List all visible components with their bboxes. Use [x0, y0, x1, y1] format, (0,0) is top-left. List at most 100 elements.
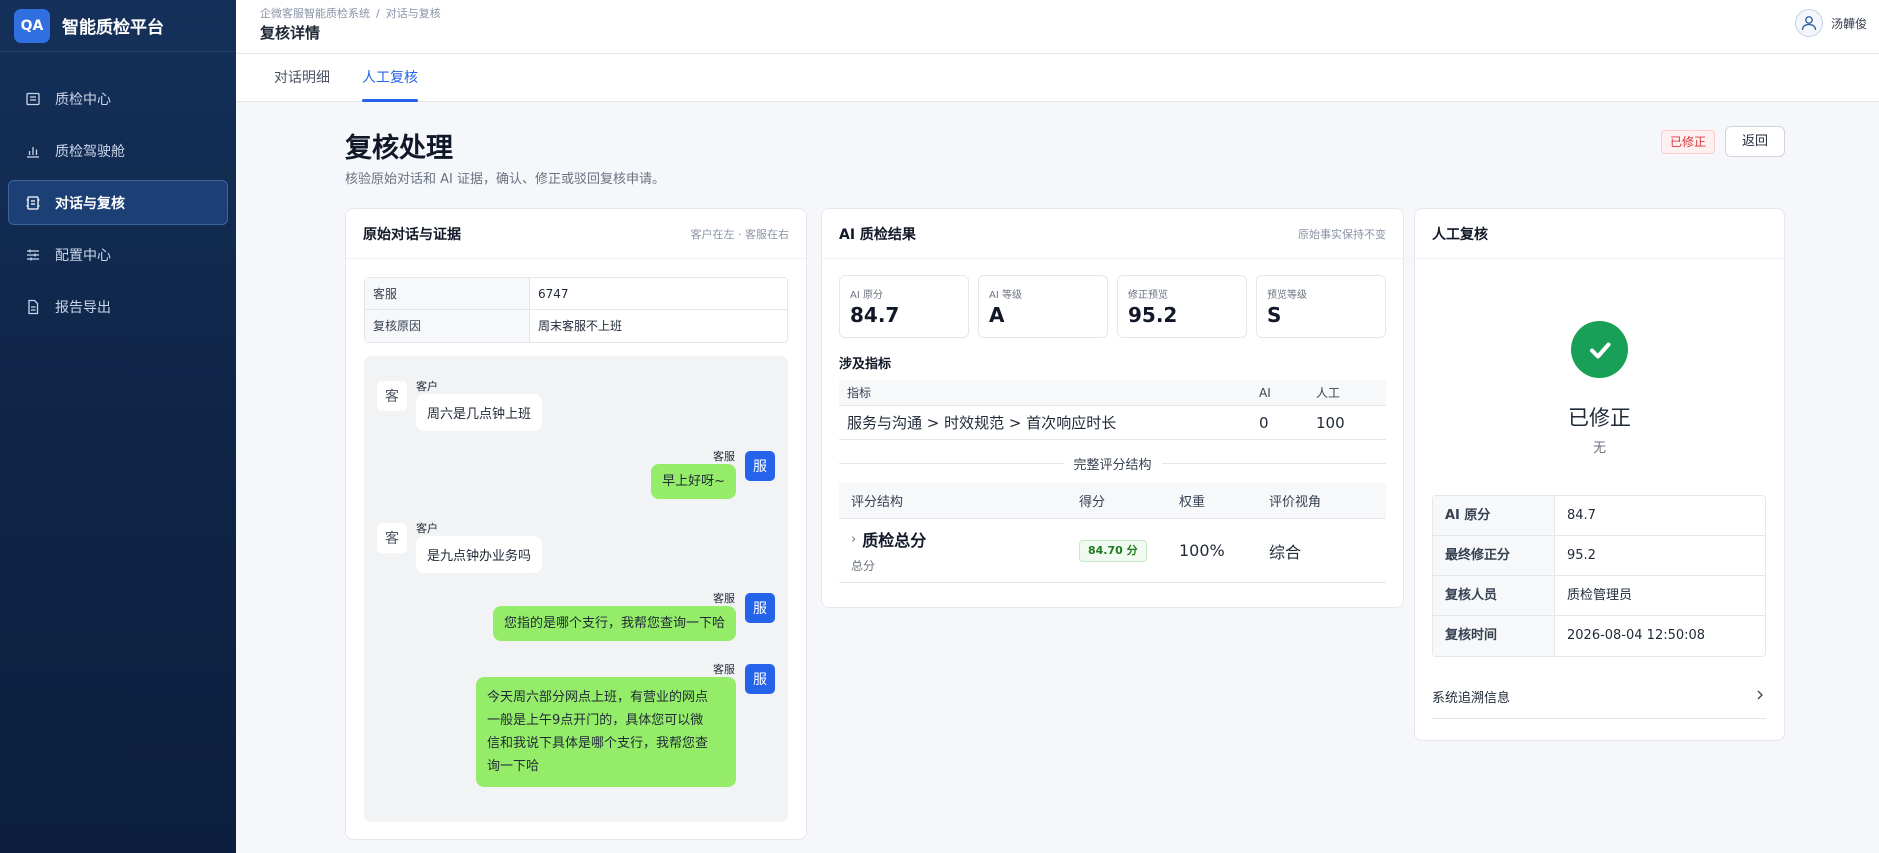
back-button[interactable]: 返回	[1725, 126, 1785, 157]
status-badge: 已修正	[1661, 130, 1716, 154]
stat-preview-grade: 预览等级 S	[1256, 275, 1386, 338]
info-value: 6747	[538, 287, 569, 301]
customer-avatar: 客	[377, 523, 407, 553]
chat-review-icon	[25, 195, 41, 211]
card-header: 原始对话与证据 客户在左 · 客服在右	[346, 209, 806, 259]
card-header: 人工复核	[1415, 209, 1784, 259]
sidebar: QA 智能质检平台 质检中心 质检驾驶舱 对话与复核 配置中心 报告导出	[0, 0, 236, 853]
weight-cell: 100%	[1179, 541, 1225, 560]
table-row[interactable]: › 质检总分 总分 84.70 分 100% 综合	[839, 519, 1386, 583]
review-info-table: AI 原分 84.7 最终修正分 95.2 复核人员 质检管理员 复核时间 20…	[1432, 495, 1766, 657]
sidebar-item-report[interactable]: 报告导出	[8, 284, 228, 329]
sidebar-item-qa-center[interactable]: 质检中心	[8, 76, 228, 121]
manual-review-card: 人工复核 已修正 无 AI 原分 84.7 最终修正分 95.2 复核人员 质检…	[1414, 208, 1785, 741]
indicator-name: 服务与沟通 > 时效规范 > 首次响应时长	[847, 414, 1117, 432]
score-pill: 84.70 分	[1079, 539, 1147, 562]
chevron-right-icon	[1754, 689, 1766, 705]
stat-label: 修正预览	[1128, 290, 1168, 301]
agent-message: 您指的是哪个支行，我帮您查询一下哈	[492, 606, 736, 641]
score-subtitle: 总分	[851, 559, 876, 573]
card-title: 人工复核	[1432, 226, 1488, 243]
agent-avatar: 服	[745, 664, 775, 694]
score-name-text: 质检总分	[862, 531, 927, 550]
info-key: 最终修正分	[1433, 536, 1555, 575]
breadcrumb-item[interactable]: 企微客服智能质检系统	[260, 7, 370, 20]
table-row: 最终修正分 95.2	[1433, 536, 1765, 576]
score-stats: AI 原分 84.7 AI 等级 A 修正预览 95.2 预览等级 S	[839, 275, 1386, 338]
review-status: 已修正	[1568, 406, 1631, 430]
document-icon	[25, 299, 41, 315]
column-header: 指标	[847, 386, 872, 400]
breadcrumb-item: 对话与复核	[385, 7, 441, 20]
user-menu[interactable]: 汤韡俊	[1794, 9, 1867, 37]
page-title: 复核详情	[260, 24, 321, 42]
topbar: 企微客服智能质检系统 / 对话与复核 复核详情 汤韡俊	[236, 0, 1879, 54]
agent-avatar: 服	[745, 451, 775, 481]
sender-name: 客服	[713, 592, 735, 605]
agent-avatar: 服	[745, 593, 775, 623]
sender-name: 客服	[713, 450, 735, 463]
divider-label: 完整评分结构	[1073, 458, 1152, 473]
stat-value: A	[989, 303, 1005, 327]
brand: QA 智能质检平台	[0, 0, 236, 52]
sidebar-item-config[interactable]: 配置中心	[8, 232, 228, 277]
table-row: AI 原分 84.7	[1433, 496, 1765, 536]
info-value: 84.7	[1567, 508, 1596, 523]
stat-value: 84.7	[850, 303, 900, 327]
brand-logo: QA	[14, 8, 50, 43]
dialog-info-table: 客服 6747 复核原因 周末客服不上班	[364, 277, 788, 343]
trace-info-label: 系统追溯信息	[1432, 691, 1511, 706]
breadcrumb: 企微客服智能质检系统 / 对话与复核	[260, 5, 441, 21]
sender-name: 客户	[416, 380, 438, 393]
sidebar-item-label: 质检驾驶舱	[55, 143, 125, 160]
table-row: 复核原因 周末客服不上班	[365, 310, 787, 342]
info-key: AI 原分	[1433, 496, 1555, 535]
user-icon	[1794, 9, 1823, 37]
user-name: 汤韡俊	[1830, 16, 1867, 31]
sidebar-nav: 质检中心 质检驾驶舱 对话与复核 配置中心 报告导出	[0, 76, 236, 329]
column-header: 评价视角	[1269, 495, 1322, 510]
stat-value: 95.2	[1128, 303, 1178, 327]
bar-chart-icon	[25, 143, 41, 159]
agent-message: 今天周六部分网点上班，有营业的网点 一般是上午9点开门的，具体您可以微 信和我说…	[476, 677, 736, 787]
message-line: 信和我说下具体是哪个支行，我帮您查	[487, 736, 709, 751]
column-header: 人工	[1316, 386, 1341, 400]
sidebar-item-dashboard[interactable]: 质检驾驶舱	[8, 128, 228, 173]
trace-info-row[interactable]: 系统追溯信息	[1432, 675, 1766, 719]
view-cell: 综合	[1269, 542, 1302, 562]
chat-transcript[interactable]: 客 客户 周六是几点钟上班 服 客服 早上好呀~ 客 客户 是九点钟办业务吗 服…	[364, 356, 788, 822]
info-value: 质检管理员	[1567, 588, 1633, 603]
indicator-title: 涉及指标	[839, 357, 892, 372]
stat-corrected-preview: 修正预览 95.2	[1117, 275, 1247, 338]
stat-label: 预览等级	[1267, 290, 1307, 301]
stat-label: AI 原分	[850, 290, 883, 301]
message-line: 询一下哈	[487, 759, 540, 774]
column-header: 评分结构	[851, 495, 904, 510]
info-key: 客服	[365, 278, 530, 309]
stat-value: S	[1267, 303, 1282, 327]
table-row: 服务与沟通 > 时效规范 > 首次响应时长 0 100	[839, 406, 1386, 440]
column-header: 权重	[1179, 495, 1206, 510]
card-title: 原始对话与证据	[363, 226, 461, 243]
table-row: 客服 6747	[365, 278, 787, 310]
sender-name: 客户	[416, 522, 438, 535]
section-subtitle: 核验原始对话和 AI 证据，确认、修正或驳回复核申请。	[345, 172, 665, 187]
customer-message: 周六是几点钟上班	[416, 394, 543, 431]
table-header: 指标 AI 人工	[839, 380, 1386, 406]
tab-bar: 对话明细 人工复核	[236, 54, 1879, 102]
card-header: AI 质检结果 原始事实保持不变	[822, 209, 1403, 259]
list-icon	[25, 91, 41, 107]
chevron-right-icon[interactable]: ›	[851, 532, 856, 547]
dialog-evidence-card: 原始对话与证据 客户在左 · 客服在右 客服 6747 复核原因 周末客服不上班…	[345, 208, 807, 840]
ai-result-card: AI 质检结果 原始事实保持不变 AI 原分 84.7 AI 等级 A 修正预览…	[821, 208, 1404, 608]
customer-avatar: 客	[377, 381, 407, 411]
sender-name: 客服	[713, 663, 735, 676]
tab-manual-review[interactable]: 人工复核	[362, 54, 418, 102]
sidebar-item-dialog-review[interactable]: 对话与复核	[8, 180, 228, 225]
card-hint: 原始事实保持不变	[1298, 227, 1386, 241]
card-title: AI 质检结果	[839, 226, 916, 243]
table-row: 复核人员 质检管理员	[1433, 576, 1765, 616]
sidebar-item-label: 配置中心	[55, 247, 111, 264]
tab-dialog-detail[interactable]: 对话明细	[274, 54, 330, 102]
table-header: 评分结构 得分 权重 评价视角	[839, 483, 1386, 519]
